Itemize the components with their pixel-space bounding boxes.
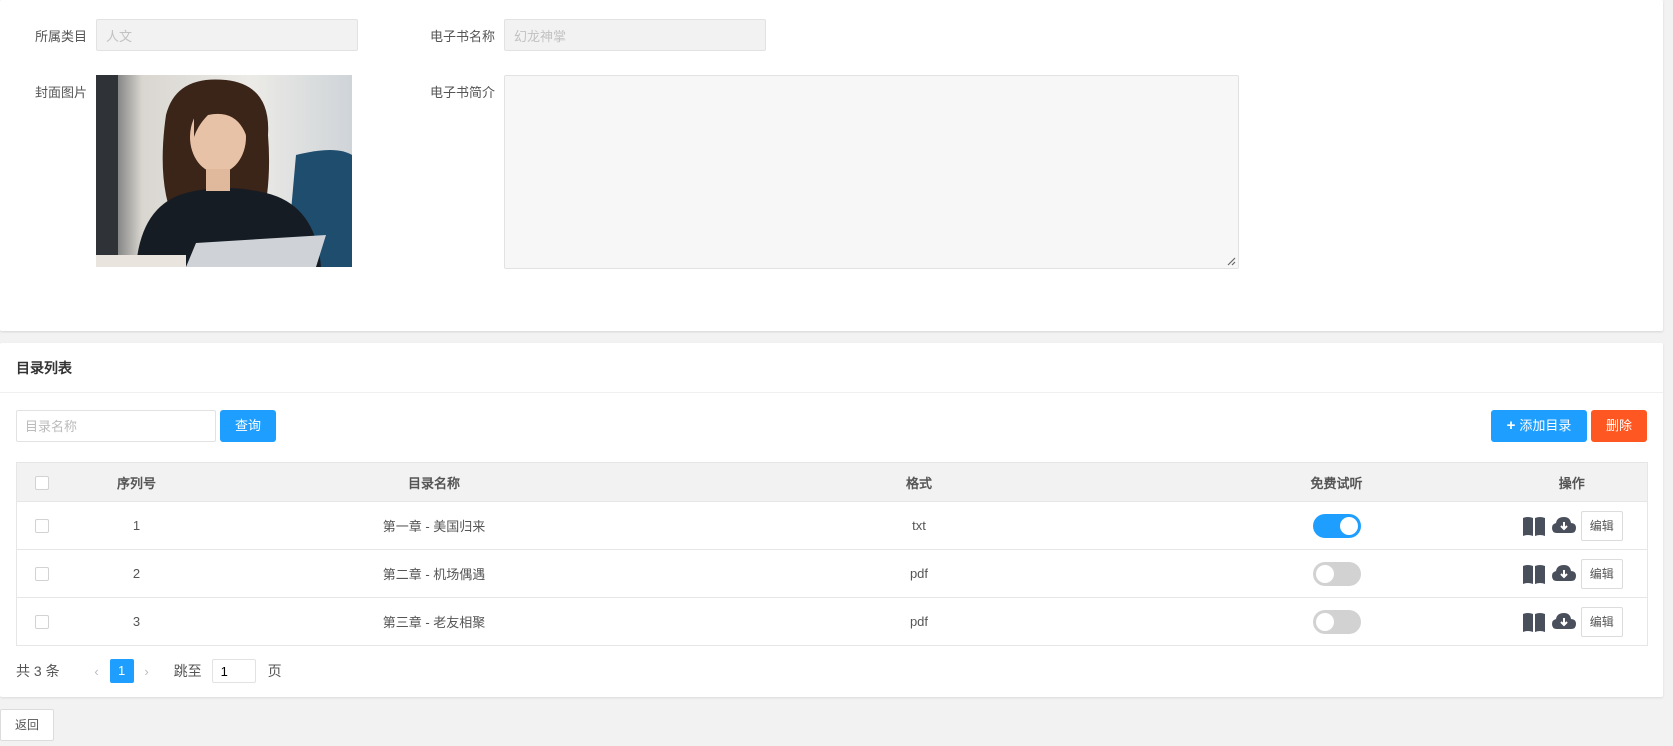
delete-button[interactable]: 删除 bbox=[1591, 410, 1647, 442]
book-open-icon[interactable] bbox=[1521, 610, 1547, 634]
intro-textarea[interactable] bbox=[504, 75, 1239, 269]
table-row: 3 第三章 - 老友相聚 pdf 编辑 bbox=[17, 598, 1648, 646]
catalog-search-input[interactable] bbox=[16, 410, 216, 442]
category-field[interactable] bbox=[96, 19, 358, 51]
free-trial-toggle[interactable] bbox=[1312, 561, 1361, 586]
select-all-checkbox[interactable] bbox=[34, 475, 49, 490]
book-open-icon[interactable] bbox=[1521, 514, 1547, 538]
row-seq: 2 bbox=[66, 549, 207, 598]
plus-icon: + bbox=[1506, 417, 1516, 434]
current-page[interactable]: 1 bbox=[109, 659, 134, 683]
row-seq: 1 bbox=[66, 501, 207, 550]
col-name: 目录名称 bbox=[206, 462, 662, 502]
ebook-name-field[interactable] bbox=[504, 19, 766, 51]
col-format: 格式 bbox=[661, 462, 1177, 502]
jump-page-input[interactable] bbox=[211, 659, 256, 683]
catalog-table: 序列号 目录名称 格式 免费试听 操作 1 第一章 - 美国归来 txt 编辑 bbox=[16, 462, 1648, 646]
row-checkbox[interactable] bbox=[34, 567, 49, 582]
row-format: pdf bbox=[909, 614, 929, 629]
col-actions: 操作 bbox=[1496, 462, 1648, 502]
edit-button[interactable]: 编辑 bbox=[1580, 606, 1623, 637]
catalog-panel: 目录列表 查询 +添加目录 删除 序列号 目录名称 格式 免费试听 操作 1 第… bbox=[0, 343, 1663, 697]
total-count: 共 3 条 bbox=[16, 663, 60, 679]
table-row: 1 第一章 - 美国归来 txt 编辑 bbox=[16, 501, 1648, 550]
cloud-download-icon[interactable] bbox=[1551, 562, 1577, 586]
next-page-icon[interactable]: › bbox=[134, 664, 160, 679]
book-open-icon[interactable] bbox=[1521, 562, 1547, 586]
category-label: 所属类目 bbox=[35, 29, 88, 44]
edit-button[interactable]: 编辑 bbox=[1580, 558, 1623, 589]
col-free-trial: 免费试听 bbox=[1176, 462, 1497, 502]
cloud-download-icon[interactable] bbox=[1551, 610, 1577, 634]
catalog-panel-title: 目录列表 bbox=[0, 343, 1663, 393]
cloud-download-icon[interactable] bbox=[1551, 514, 1577, 538]
jump-label: 跳至 bbox=[173, 663, 202, 679]
free-trial-toggle[interactable] bbox=[1312, 513, 1361, 538]
col-seq: 序列号 bbox=[66, 462, 207, 502]
edit-button[interactable]: 编辑 bbox=[1580, 510, 1623, 541]
query-button[interactable]: 查询 bbox=[220, 410, 276, 442]
free-trial-toggle[interactable] bbox=[1312, 609, 1361, 634]
ebook-info-panel: 所属类目 电子书名称 封面图片 电子书简介 bbox=[0, 0, 1663, 331]
table-header-row: 序列号 目录名称 格式 免费试听 操作 bbox=[16, 462, 1648, 502]
row-name: 第二章 - 机场偶遇 bbox=[206, 549, 662, 598]
row-checkbox[interactable] bbox=[34, 615, 49, 630]
row-format: txt bbox=[661, 501, 1177, 550]
add-catalog-button[interactable]: + 添加目录 bbox=[1491, 410, 1587, 442]
intro-label: 电子书简介 bbox=[430, 85, 496, 100]
back-button[interactable]: 返回 bbox=[0, 709, 54, 741]
prev-page-icon[interactable]: ‹ bbox=[84, 664, 110, 679]
table-row: 2 第二章 - 机场偶遇 pdf 编辑 bbox=[16, 549, 1648, 598]
cover-label: 封面图片 bbox=[35, 85, 88, 100]
resize-grip-icon[interactable] bbox=[1226, 256, 1236, 266]
cover-image bbox=[96, 75, 352, 267]
row-seq: 3 bbox=[132, 614, 141, 629]
add-catalog-label: 添加目录 bbox=[1519, 418, 1572, 433]
page-suffix: 页 bbox=[267, 663, 282, 679]
pagination: 共 3 条 ‹ 1 › 跳至 页 bbox=[16, 659, 282, 683]
ebook-name-label: 电子书名称 bbox=[430, 29, 496, 44]
row-format: pdf bbox=[661, 549, 1177, 598]
row-name: 第一章 - 美国归来 bbox=[206, 501, 662, 550]
row-name: 第三章 - 老友相聚 bbox=[382, 615, 486, 630]
row-checkbox[interactable] bbox=[34, 519, 49, 534]
